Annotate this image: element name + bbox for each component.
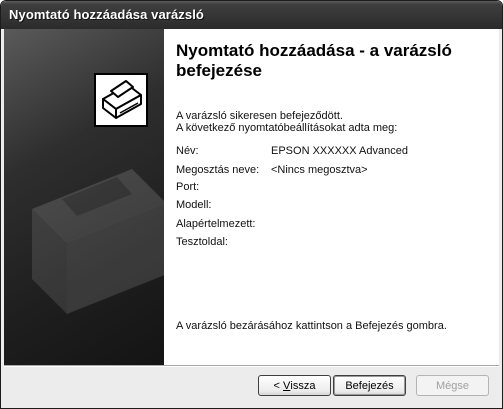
printer-icon <box>94 73 148 127</box>
intro-line-2: A következő nyomtatóbeállításokat adta m… <box>176 122 398 134</box>
field-label-testpage: Tesztoldal: <box>176 236 228 248</box>
back-button[interactable]: < Vissza <box>258 375 331 396</box>
finish-button[interactable]: Befejezés <box>333 375 406 396</box>
window-title: Nyomtató hozzáadása varázsló <box>9 7 204 22</box>
back-button-rest: issza <box>290 379 316 392</box>
wizard-content: Nyomtató hozzáadása - a varázsló befejez… <box>164 29 499 365</box>
intro-line-1: A varázsló sikeresen befejeződött. <box>176 110 343 122</box>
field-label-name: Név: <box>176 145 199 157</box>
page-heading: Nyomtató hozzáadása - a varázsló befejez… <box>176 41 452 80</box>
field-value-name: EPSON XXXXXX Advanced <box>271 145 408 157</box>
field-label-model: Modell: <box>176 199 212 211</box>
footer-instruction: A varázsló bezárásához kattintson a Befe… <box>176 320 447 332</box>
field-label-default: Alapértelmezett: <box>176 218 256 230</box>
wizard-side-panel <box>4 29 164 365</box>
field-label-port: Port: <box>176 181 200 193</box>
back-button-hotkey: V <box>283 379 291 392</box>
button-separator <box>4 365 499 367</box>
wizard-window: Nyomtató hozzáadása varázsló Nyomtató ho… <box>0 0 503 409</box>
back-button-prefix: < <box>273 379 284 392</box>
title-bar[interactable]: Nyomtató hozzáadása varázsló <box>1 1 502 29</box>
field-label-share: Megosztás neve: <box>176 164 260 176</box>
cancel-button[interactable]: Mégse <box>416 375 489 396</box>
field-value-share: <Nincs megosztva> <box>271 164 368 176</box>
printer-watermark-icon <box>32 169 164 314</box>
